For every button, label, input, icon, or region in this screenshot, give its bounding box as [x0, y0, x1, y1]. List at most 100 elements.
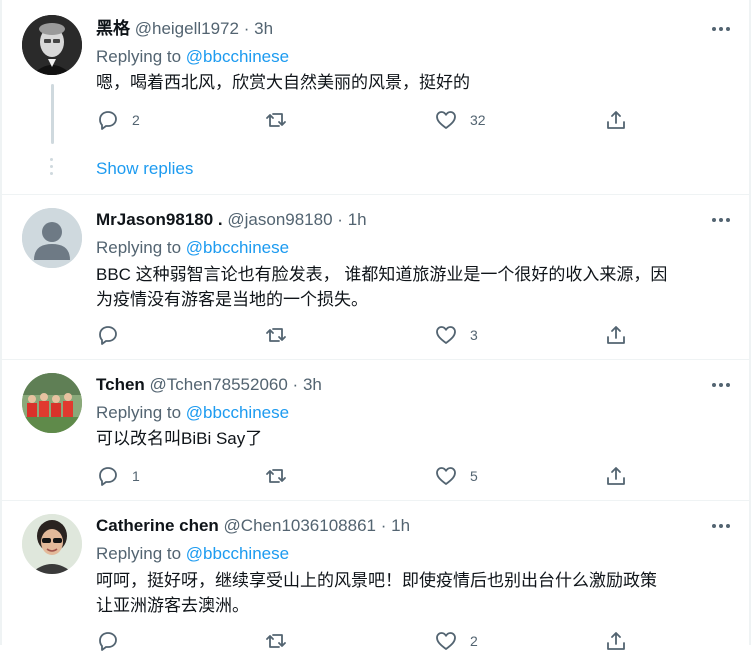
more-options-icon[interactable] [710, 212, 732, 228]
user-handle[interactable]: @Chen1036108861 [224, 516, 376, 535]
reply-count: 1 [132, 468, 140, 484]
tweet-4[interactable]: Catherine chen @Chen1036108861 · 1h Repl… [2, 501, 749, 651]
reply-icon [99, 326, 117, 345]
mention-link[interactable]: @bbcchinese [186, 47, 289, 66]
user-handle[interactable]: @Tchen78552060 [150, 375, 288, 394]
default-user-icon [22, 208, 82, 268]
thread-continuation-dots [50, 158, 54, 179]
avatar[interactable] [22, 514, 82, 574]
replying-to-label: Replying to [96, 47, 182, 66]
mention-link[interactable]: @bbcchinese [186, 403, 289, 422]
display-name[interactable]: MrJason98180 . [96, 210, 223, 229]
tweet-1[interactable]: 黑格 @heigell1972 · 3h Replying to @bbcchi… [2, 0, 749, 194]
separator-dot: · [337, 210, 343, 229]
reply-button[interactable] [96, 323, 132, 347]
retweet-button[interactable] [264, 629, 300, 653]
reply-button[interactable] [96, 629, 132, 653]
tweet-text-line: 嗯，喝着西北风，欣赏大自然美丽的风景，挺好的 [96, 73, 470, 92]
share-button[interactable] [604, 464, 628, 488]
like-button[interactable]: 2 [434, 629, 478, 653]
tweet-actions: 1 5 [96, 464, 636, 488]
tweet-text-line: 可以改名叫BiBi Say了 [96, 429, 263, 448]
retweet-button[interactable] [264, 464, 300, 488]
avatar[interactable] [22, 15, 82, 75]
tweet-text-line: 呵呵，挺好呀，继续享受山上的风景吧！即使疫情后也别出台什么激励政策 [96, 571, 657, 590]
like-count: 2 [470, 633, 478, 649]
retweet-button[interactable] [264, 108, 300, 132]
avatar[interactable] [22, 208, 82, 268]
tweet-header: MrJason98180 . @jason98180 · 1h [96, 209, 367, 231]
display-name[interactable]: 黑格 [96, 19, 130, 38]
like-button[interactable]: 5 [434, 464, 478, 488]
timestamp[interactable]: 3h [303, 375, 322, 394]
heart-icon [436, 111, 456, 129]
replying-to: Replying to @bbcchinese [96, 402, 289, 424]
heart-icon [436, 467, 456, 485]
display-name[interactable]: Catherine chen [96, 516, 219, 535]
team-photo-icon [22, 373, 82, 433]
like-button[interactable]: 3 [434, 323, 478, 347]
separator-dot: · [243, 19, 250, 38]
mention-link[interactable]: @bbcchinese [186, 238, 289, 257]
tweet-actions: 2 [96, 629, 636, 653]
separator-dot: · [292, 375, 299, 394]
retweet-icon [266, 328, 286, 342]
tweet-actions: 2 32 [96, 108, 636, 132]
like-count: 3 [470, 327, 478, 343]
reply-icon [99, 467, 117, 486]
heart-icon [436, 326, 456, 344]
more-options-icon[interactable] [710, 21, 732, 37]
like-count: 5 [470, 468, 478, 484]
replying-to: Replying to @bbcchinese [96, 46, 289, 68]
tweet-header: Catherine chen @Chen1036108861 · 1h [96, 515, 410, 537]
retweet-button[interactable] [264, 323, 300, 347]
like-button[interactable]: 32 [434, 108, 486, 132]
thread-line [51, 84, 54, 144]
show-replies-link[interactable]: Show replies [96, 158, 193, 180]
tweet-2[interactable]: MrJason98180 . @jason98180 · 1h Replying… [2, 195, 749, 359]
tweet-text: 可以改名叫BiBi Say了 [96, 426, 728, 451]
like-count: 32 [470, 112, 486, 128]
tweet-text: BBC 这种弱智言论也有脸发表， 谁都知道旅游业是一个很好的收入来源，因 为疫情… [96, 262, 728, 312]
user-handle[interactable]: @heigell1972 [135, 19, 239, 38]
replying-to-label: Replying to [96, 403, 182, 422]
share-icon [607, 326, 625, 344]
tweet-header: 黑格 @heigell1972 · 3h [96, 18, 273, 40]
avatar[interactable] [22, 373, 82, 433]
more-options-icon[interactable] [710, 518, 732, 534]
tweet-header: Tchen @Tchen78552060 · 3h [96, 374, 322, 396]
share-icon [607, 111, 625, 129]
share-button[interactable] [604, 108, 628, 132]
tweet-text-line: 让亚洲游客去澳洲。 [96, 596, 249, 615]
tweet-3[interactable]: Tchen @Tchen78552060 · 3h Replying to @b… [2, 360, 749, 500]
timestamp[interactable]: 1h [391, 516, 410, 535]
heart-icon [436, 632, 456, 650]
retweet-icon [266, 113, 286, 127]
retweet-icon [266, 469, 286, 483]
tweet-text: 呵呵，挺好呀，继续享受山上的风景吧！即使疫情后也别出台什么激励政策 让亚洲游客去… [96, 568, 728, 618]
share-button[interactable] [604, 629, 628, 653]
retweet-icon [266, 634, 286, 648]
reply-button[interactable]: 1 [96, 464, 140, 488]
replying-to-label: Replying to [96, 544, 182, 563]
tweet-text-line: BBC 这种弱智言论也有脸发表， 谁都知道旅游业是一个很好的收入来源，因 [96, 265, 668, 284]
share-button[interactable] [604, 323, 628, 347]
reply-icon [99, 632, 117, 651]
user-handle[interactable]: @jason98180 [227, 210, 332, 229]
timestamp[interactable]: 3h [254, 19, 273, 38]
tweet-actions: 3 [96, 323, 636, 347]
share-icon [607, 467, 625, 485]
reply-button[interactable]: 2 [96, 108, 140, 132]
replying-to: Replying to @bbcchinese [96, 237, 289, 259]
replying-to-label: Replying to [96, 238, 182, 257]
mention-link[interactable]: @bbcchinese [186, 544, 289, 563]
display-name[interactable]: Tchen [96, 375, 145, 394]
tweet-text-line: 为疫情没有游客是当地的一个损失。 [96, 290, 368, 309]
timeline-right-border [749, 0, 751, 645]
replying-to: Replying to @bbcchinese [96, 543, 289, 565]
separator-dot: · [380, 516, 387, 535]
timestamp[interactable]: 1h [348, 210, 367, 229]
reply-icon [99, 111, 117, 130]
more-options-icon[interactable] [710, 377, 732, 393]
tweet-text: 嗯，喝着西北风，欣赏大自然美丽的风景，挺好的 [96, 70, 728, 95]
